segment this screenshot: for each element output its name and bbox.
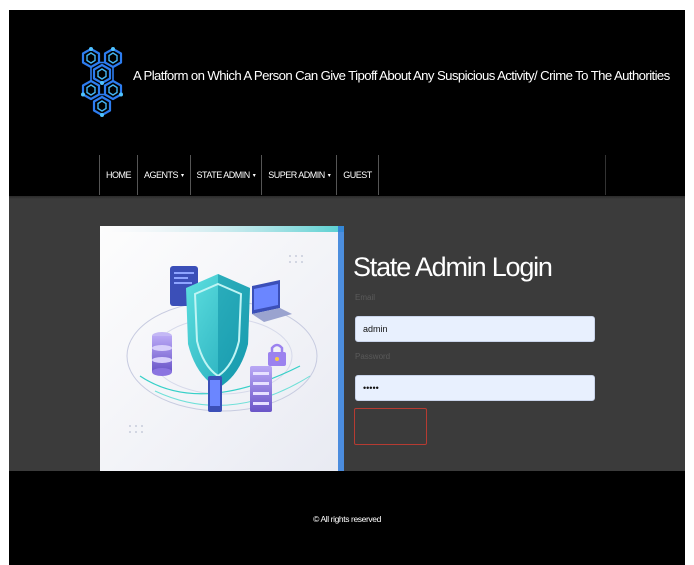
nav-item-label: SUPER ADMIN [268,170,325,180]
email-field-value: admin [363,324,388,334]
password-field-value: ••••• [363,383,379,393]
email-label: Email [355,293,376,302]
nav-item-label: STATE ADMIN [196,170,251,180]
nav-item-guest[interactable]: GUEST [337,155,379,195]
site-title: A Platform on Which A Person Can Give Ti… [133,68,670,83]
nav-item-agents[interactable]: AGENTS ▾ [138,155,191,195]
chevron-down-icon: ▾ [181,172,184,179]
chevron-down-icon: ▾ [327,172,331,179]
password-field[interactable]: ••••• [355,375,595,401]
nav-item-home[interactable]: HOME [100,155,138,195]
email-field[interactable]: admin [355,316,595,342]
nav-item-super-admin[interactable]: SUPER ADMIN ▾ [262,155,338,195]
nav-item-label: HOME [106,170,132,180]
page-frame: A Platform on Which A Person Can Give Ti… [9,10,685,565]
hexagon-network-icon[interactable] [79,45,129,121]
login-title: State Admin Login [353,252,553,283]
password-label: Password [355,352,391,361]
login-section: State Admin Login Email admin Password •… [9,196,685,471]
chevron-down-icon: ▾ [252,172,256,179]
nav-item-state-admin[interactable]: STATE ADMIN ▾ [191,155,263,195]
main-nav: HOME AGENTS ▾ STATE ADMIN ▾ SUPER ADMIN … [99,155,379,195]
copyright-text: © All rights reserved [313,514,381,524]
nav-divider [605,155,606,195]
site-header: A Platform on Which A Person Can Give Ti… [9,10,685,196]
nav-item-label: GUEST [343,170,372,180]
security-illustration [100,226,344,471]
nav-item-label: AGENTS [144,170,179,180]
site-footer: © All rights reserved [9,471,685,565]
login-button[interactable] [354,408,427,445]
